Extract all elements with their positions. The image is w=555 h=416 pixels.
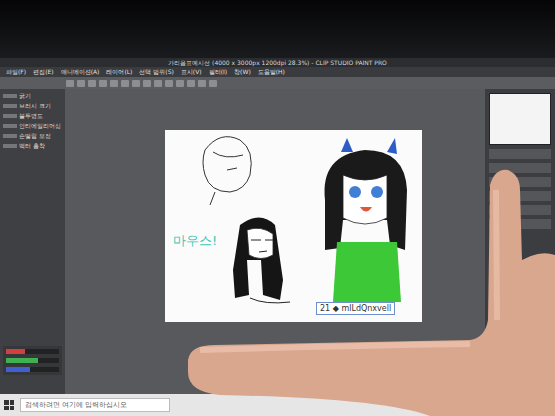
property-slider[interactable] [3, 144, 17, 148]
toolbar-button-icon[interactable] [132, 80, 140, 87]
property-row[interactable]: 안티에일리어싱 [3, 122, 62, 130]
property-slider[interactable] [3, 124, 17, 128]
panel-tool[interactable] [489, 205, 551, 215]
navigator-panel [485, 89, 555, 394]
toolbar [0, 77, 555, 89]
toolbar-button-icon[interactable] [143, 80, 151, 87]
property-label: 손떨림 보정 [19, 132, 51, 140]
toolbar-button-icon[interactable] [165, 80, 173, 87]
toolbar-button-icon[interactable] [88, 80, 96, 87]
panel-tool[interactable] [489, 163, 551, 173]
panel-tool[interactable] [489, 177, 551, 187]
panel-tool[interactable] [489, 149, 551, 159]
menu-item[interactable]: 필터(I) [209, 67, 227, 77]
canvas-area: 마우스! 21 ◆ mlLdQnxvell [65, 89, 485, 394]
property-slider[interactable] [3, 104, 17, 108]
color-slider-track[interactable] [6, 349, 59, 354]
text-selection-box[interactable]: 21 ◆ mlLdQnxvell [316, 302, 395, 315]
property-slider[interactable] [3, 134, 17, 138]
menu-item[interactable]: 애니메이션(A) [61, 67, 100, 77]
property-label: 굵기 [19, 92, 31, 100]
menu-item[interactable]: 레이어(L) [106, 67, 132, 77]
property-row[interactable]: 불투명도 [3, 112, 62, 120]
toolbar-button-icon[interactable] [66, 80, 74, 87]
toolbar-button-icon[interactable] [209, 80, 217, 87]
menu-bar: 파일(F) 편집(E) 애니메이션(A) 레이어(L) 선택 범위(S) 표시(V) 필터(… [0, 67, 555, 77]
property-row[interactable]: 굵기 [3, 92, 62, 100]
menu-item[interactable]: 창(W) [234, 67, 251, 77]
toolbar-button-icon[interactable] [176, 80, 184, 87]
hand-photo [0, 0, 555, 416]
menu-item[interactable]: 표시(V) [181, 67, 202, 77]
color-slider-fill [6, 367, 30, 372]
toolbar-button-icon[interactable] [77, 80, 85, 87]
toolbar-button-icon[interactable] [154, 80, 162, 87]
menu-item[interactable]: 도움말(H) [258, 67, 285, 77]
windows-start-icon[interactable] [4, 400, 14, 410]
tool-property-panel: 굵기브러시 크기불투명도안티에일리어싱손떨림 보정벡터 흡착 [0, 89, 65, 394]
artwork-drawing [165, 130, 422, 322]
navigator-thumbnail[interactable] [489, 93, 551, 145]
menu-item[interactable]: 파일(F) [6, 67, 26, 77]
property-row[interactable]: 벡터 흡착 [3, 142, 62, 150]
toolbar-button-icon[interactable] [99, 80, 107, 87]
property-slider[interactable] [3, 114, 17, 118]
toolbar-button-icon[interactable] [110, 80, 118, 87]
property-slider[interactable] [3, 94, 17, 98]
drawing-canvas[interactable]: 마우스! 21 ◆ mlLdQnxvell [165, 130, 422, 322]
toolbar-button-icon[interactable] [121, 80, 129, 87]
color-slider-track[interactable] [6, 367, 59, 372]
property-label: 브러시 크기 [19, 102, 51, 110]
monitor-bezel [0, 0, 555, 58]
toolbar-button-icon[interactable] [198, 80, 206, 87]
property-row[interactable]: 브러시 크기 [3, 102, 62, 110]
taskbar-search[interactable]: 검색하려면 여기에 입력하십시오 [20, 398, 170, 412]
title-bar: 가리음표예시선 (4000 x 3000px 1200dpi 28.3%) - … [0, 58, 555, 67]
property-label: 불투명도 [19, 112, 43, 120]
menu-item[interactable]: 편집(E) [33, 67, 53, 77]
property-label: 벡터 흡착 [19, 142, 45, 150]
property-row[interactable]: 손떨림 보정 [3, 132, 62, 140]
property-label: 안티에일리어싱 [19, 122, 61, 130]
color-slider-track[interactable] [6, 358, 59, 363]
color-slider-panel [3, 346, 62, 375]
workspace-row: 굵기브러시 크기불투명도안티에일리어싱손떨림 보정벡터 흡착마우스!21 ◆ m… [0, 89, 555, 394]
panel-tool[interactable] [489, 191, 551, 201]
menu-item[interactable]: 선택 범위(S) [139, 67, 173, 77]
taskbar: 검색하려면 여기에 입력하십시오 [0, 394, 555, 416]
panel-tool[interactable] [489, 219, 551, 229]
color-slider-fill [6, 349, 25, 354]
toolbar-button-icon[interactable] [187, 80, 195, 87]
canvas-handwriting: 마우스! [173, 234, 217, 248]
color-slider-fill [6, 358, 38, 363]
app-window: 가리음표예시선 (4000 x 3000px 1200dpi 28.3%) - … [0, 58, 555, 416]
